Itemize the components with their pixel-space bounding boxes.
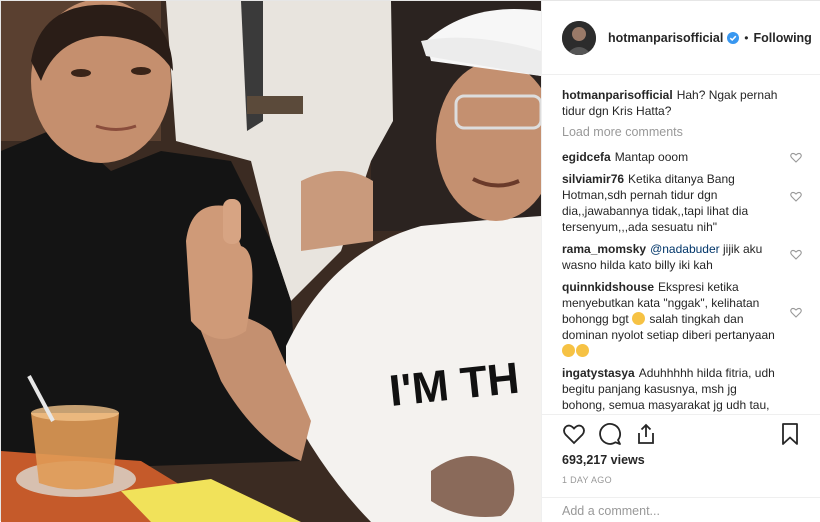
header-separator: •: [744, 30, 749, 45]
author-username[interactable]: hotmanparisofficial: [608, 31, 723, 45]
comment-item: egidcefa Mantap ooom: [562, 149, 802, 165]
caption-username[interactable]: hotmanparisofficial: [562, 88, 673, 102]
comments-list[interactable]: hotmanparisofficial Hah? Ngak pernah tidu…: [542, 75, 820, 414]
caption: hotmanparisofficial Hah? Ngak pernah tidu…: [562, 87, 802, 119]
comment-username[interactable]: egidcefa: [562, 150, 611, 164]
smirk-emoji-icon: [632, 312, 646, 325]
comment-text: Mantap ooom: [614, 150, 689, 164]
verified-badge-icon: [727, 31, 740, 44]
comment-username[interactable]: silviamir76: [562, 172, 624, 186]
following-button[interactable]: Following: [754, 31, 812, 45]
post-header: hotmanparisofficial • Following: [542, 1, 820, 75]
grin-emoji-icon: [576, 344, 589, 357]
author-avatar[interactable]: [562, 20, 596, 55]
heart-icon[interactable]: [562, 422, 586, 446]
comment-mention-link[interactable]: @nadabuder: [650, 242, 720, 256]
comment-username[interactable]: rama_momsky: [562, 242, 646, 256]
add-comment-input[interactable]: Add a comment...: [542, 497, 820, 522]
post-timestamp[interactable]: 1 DAY AGO: [562, 475, 802, 485]
comment-like-heart-icon[interactable]: [790, 249, 802, 260]
share-icon[interactable]: [634, 422, 658, 446]
comment-item: ingatystasya Aduhhhhh hilda fitria, udh b…: [562, 365, 802, 414]
action-icons-row: [562, 415, 802, 453]
smile-emoji-icon: [562, 344, 575, 357]
bookmark-icon[interactable]: [778, 422, 802, 446]
comment-item: quinnkidshouse Ekspresi ketika menyebutka…: [562, 279, 802, 359]
post-side-panel: hotmanparisofficial • Following hotmanpa…: [541, 1, 820, 522]
comment-username[interactable]: quinnkidshouse: [562, 280, 654, 294]
post-media[interactable]: I'M TH: [1, 1, 541, 522]
comment-item: silviamir76 Ketika ditanya Bang Hotman,sd…: [562, 171, 802, 235]
post-window: I'M TH hotmanparisofficial • Following h…: [0, 0, 820, 522]
post-actions: 693,217 views 1 DAY AGO: [542, 414, 820, 510]
load-more-comments-link[interactable]: Load more comments: [562, 125, 802, 139]
comment-like-heart-icon[interactable]: [790, 191, 802, 202]
comment-like-heart-icon[interactable]: [790, 152, 802, 163]
comment-icon[interactable]: [598, 422, 622, 446]
comment-item: rama_momsky @nadabuder jijik aku wasno hi…: [562, 241, 802, 273]
view-count[interactable]: 693,217 views: [562, 453, 802, 467]
post-photo: I'M TH: [1, 1, 541, 522]
comment-like-heart-icon[interactable]: [790, 307, 802, 318]
comment-username[interactable]: ingatystasya: [562, 366, 635, 380]
